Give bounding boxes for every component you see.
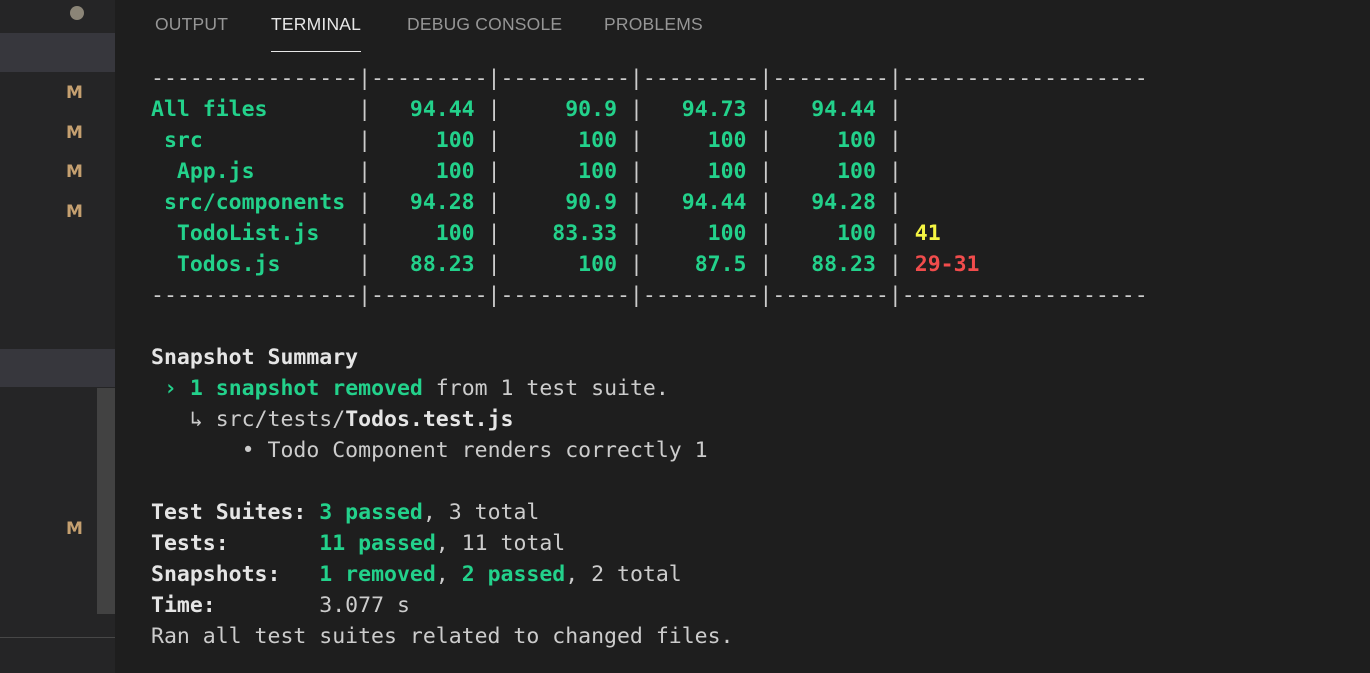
panel-tab-bar: OUTPUT TERMINAL DEBUG CONSOLE PROBLEMS [115, 0, 1370, 52]
snapshot-summary-heading: Snapshot Summary [151, 345, 359, 370]
coverage-branch: 90.9 [500, 190, 630, 215]
explorer-selected-row[interactable] [0, 33, 115, 72]
sidebar-scrollbar[interactable] [97, 388, 115, 614]
time-line: Time: 3.077 s [151, 593, 410, 618]
coverage-branch: 100 [500, 252, 630, 277]
coverage-file: Todos.js [151, 252, 359, 277]
terminal-output[interactable]: ----------------|---------|----------|--… [151, 63, 1370, 652]
modified-badge: M [66, 519, 83, 539]
coverage-stmts: 100 [371, 159, 488, 184]
test-suites-line: Test Suites: 3 passed, 3 total [151, 500, 540, 525]
tab-problems[interactable]: PROBLEMS [604, 0, 703, 52]
coverage-row: src | 100 | 100 | 100 | 100 | [151, 128, 915, 153]
coverage-row: TodoList.js | 100 | 83.33 | 100 | 100 | … [151, 221, 941, 246]
snapshot-removed-line: › 1 snapshot removed from 1 test suite. [163, 376, 669, 401]
coverage-lines: 94.28 [772, 190, 889, 215]
coverage-uncovered-lines: 29-31 [914, 252, 980, 277]
snapshot-path-line: ↳ src/tests/Todos.test.js [189, 407, 514, 432]
modified-badge: M [66, 123, 83, 143]
coverage-funcs: 87.5 [642, 252, 760, 277]
coverage-funcs: 100 [642, 221, 760, 246]
coverage-stmts: 100 [371, 221, 488, 246]
coverage-funcs: 100 [642, 159, 760, 184]
coverage-separator: ----------------|---------|----------|--… [151, 283, 1148, 308]
coverage-stmts: 94.44 [371, 97, 488, 122]
coverage-stmts: 100 [371, 128, 488, 153]
coverage-file: TodoList.js [151, 221, 359, 246]
coverage-branch: 90.9 [500, 97, 630, 122]
coverage-separator: ----------------|---------|----------|--… [151, 66, 1148, 91]
coverage-file: src/components [151, 190, 359, 215]
coverage-lines: 88.23 [772, 252, 889, 277]
unsaved-dot-icon [70, 6, 84, 20]
modified-badge: M [66, 202, 83, 222]
coverage-lines: 100 [772, 221, 889, 246]
coverage-stmts: 88.23 [371, 252, 488, 277]
footer-line: Ran all test suites related to changed f… [151, 624, 734, 649]
coverage-file: All files [151, 97, 359, 122]
coverage-lines: 100 [772, 128, 889, 153]
sidebar-divider [0, 637, 115, 638]
modified-badge: M [66, 162, 83, 182]
coverage-lines: 100 [772, 159, 889, 184]
coverage-file: src [151, 128, 359, 153]
snapshot-item-line: • Todo Component renders correctly 1 [241, 438, 708, 463]
coverage-funcs: 100 [642, 128, 760, 153]
coverage-row: src/components | 94.28 | 90.9 | 94.44 | … [151, 190, 915, 215]
coverage-branch: 100 [500, 159, 630, 184]
explorer-hover-row[interactable] [0, 349, 115, 387]
tab-output[interactable]: OUTPUT [155, 0, 228, 52]
snapshots-line: Snapshots: 1 removed, 2 passed, 2 total [151, 562, 682, 587]
coverage-branch: 100 [500, 128, 630, 153]
bullet-icon: • [241, 438, 255, 463]
tests-line: Tests: 11 passed, 11 total [151, 531, 566, 556]
chevron-right-icon: › [163, 376, 177, 401]
return-arrow-icon: ↳ [189, 407, 203, 432]
coverage-funcs: 94.73 [642, 97, 760, 122]
coverage-funcs: 94.44 [642, 190, 760, 215]
coverage-row: Todos.js | 88.23 | 100 | 87.5 | 88.23 | … [151, 252, 980, 277]
tab-debug-console[interactable]: DEBUG CONSOLE [407, 0, 562, 52]
coverage-branch: 83.33 [500, 221, 630, 246]
coverage-table: All files | 94.44 | 90.9 | 94.73 | 94.44… [151, 94, 1370, 280]
tab-terminal[interactable]: TERMINAL [271, 0, 362, 52]
coverage-stmts: 94.28 [371, 190, 488, 215]
coverage-row: App.js | 100 | 100 | 100 | 100 | [151, 159, 915, 184]
coverage-lines: 94.44 [772, 97, 889, 122]
modified-badge: M [66, 83, 83, 103]
coverage-uncovered-lines: 41 [914, 221, 941, 246]
explorer-sidebar: M M M M M [0, 0, 115, 673]
coverage-file: App.js [151, 159, 359, 184]
coverage-row: All files | 94.44 | 90.9 | 94.73 | 94.44… [151, 97, 915, 122]
